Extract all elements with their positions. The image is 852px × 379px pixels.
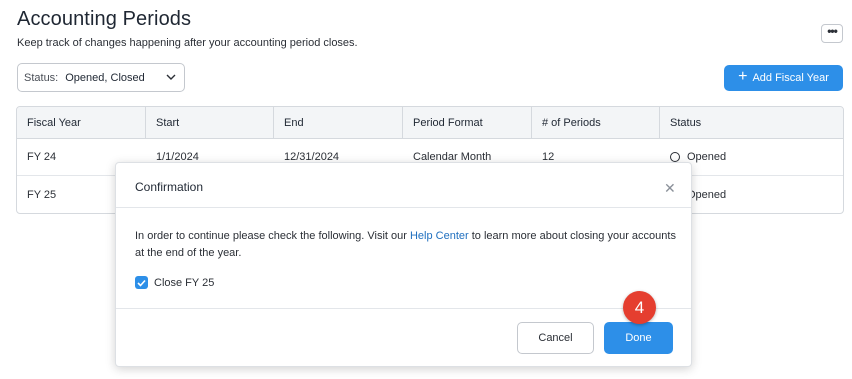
page-subtitle: Keep track of changes happening after yo… — [17, 37, 358, 49]
checkmark-icon — [137, 279, 146, 287]
close-fy25-checkbox[interactable] — [135, 276, 148, 289]
status-filter-label: Status: — [24, 71, 59, 84]
plus-icon: + — [738, 68, 748, 85]
cancel-button[interactable]: Cancel — [517, 322, 594, 354]
checkbox-label: Close FY 25 — [154, 276, 215, 289]
more-options-button[interactable]: ••• — [821, 24, 843, 43]
dialog-footer-divider — [116, 308, 691, 309]
column-header-num-periods[interactable]: # of Periods — [532, 107, 660, 138]
dialog-message: In order to continue please check the fo… — [135, 228, 680, 262]
status-label: Opened — [687, 151, 727, 163]
close-icon[interactable]: ✕ — [664, 180, 676, 197]
done-button[interactable]: Done — [604, 322, 673, 354]
chevron-down-icon — [166, 74, 176, 80]
step-number-badge: 4 — [623, 291, 656, 324]
column-header-period-format[interactable]: Period Format — [403, 107, 532, 138]
dialog-message-text: In order to continue please check the fo… — [135, 230, 410, 242]
close-fy25-checkbox-row[interactable]: Close FY 25 — [135, 276, 214, 289]
confirmation-dialog: Confirmation ✕ In order to continue plea… — [115, 162, 692, 367]
status-filter-value: Opened, Closed — [65, 71, 145, 84]
dialog-title: Confirmation — [135, 180, 204, 194]
add-fiscal-year-button[interactable]: + Add Fiscal Year — [724, 65, 843, 91]
dialog-divider — [116, 207, 691, 208]
status-circle-icon — [670, 152, 680, 162]
column-header-fiscal-year[interactable]: Fiscal Year — [17, 107, 146, 138]
column-header-end[interactable]: End — [274, 107, 403, 138]
status-filter-dropdown[interactable]: Status: Opened, Closed — [17, 63, 185, 92]
column-header-status[interactable]: Status — [660, 107, 843, 138]
column-header-start[interactable]: Start — [146, 107, 274, 138]
table-header: Fiscal Year Start End Period Format # of… — [17, 107, 843, 139]
ellipsis-icon: ••• — [827, 24, 838, 38]
add-fiscal-year-label: Add Fiscal Year — [752, 72, 829, 84]
help-center-link[interactable]: Help Center — [410, 230, 469, 242]
status-label: Opened — [687, 188, 727, 201]
page-title: Accounting Periods — [17, 8, 192, 30]
